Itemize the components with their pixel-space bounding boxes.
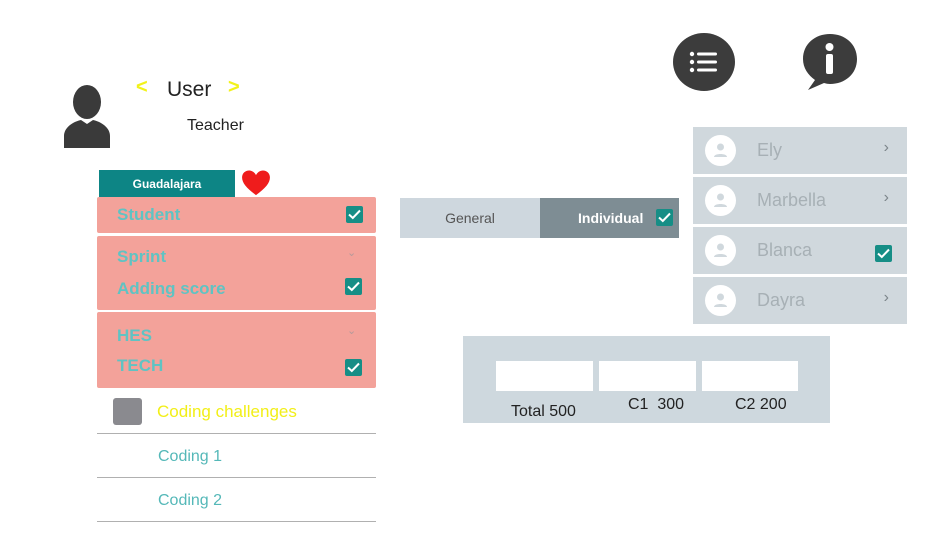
user-role: Teacher [187, 117, 244, 134]
list-item-person[interactable]: Marbella › [693, 177, 907, 224]
score-panel: Total 500 C1 300 C2 200 [463, 336, 830, 423]
avatar [705, 135, 736, 166]
filter-sprint-group: Sprint ⌄ Adding score [97, 236, 376, 310]
coding-challenges-checkbox[interactable] [113, 398, 142, 425]
c2-score-label: C2 200 [735, 396, 787, 413]
adding-score-checkbox[interactable] [345, 278, 362, 295]
filter-label: Adding score [117, 279, 226, 298]
filter-label: Sprint [117, 247, 167, 266]
prev-user-button[interactable]: < [136, 76, 148, 99]
list-item-person[interactable]: Ely › [693, 127, 907, 174]
list-icon [689, 51, 717, 73]
list-item-person[interactable]: Blanca [693, 227, 907, 274]
user-avatar-icon [64, 85, 110, 148]
individual-checkbox[interactable] [656, 209, 673, 226]
student-checkbox[interactable] [346, 206, 363, 223]
coding-item-label: Coding 2 [158, 492, 223, 509]
chevron-down-icon[interactable]: ⌄ [347, 324, 356, 337]
filter-label: HES [117, 326, 152, 345]
chevron-right-icon[interactable]: › [884, 289, 889, 307]
location-tag[interactable]: Guadalajara [99, 170, 235, 197]
check-icon [877, 248, 890, 259]
tab-general[interactable]: General [400, 198, 540, 238]
avatar [705, 235, 736, 266]
blanca-checkbox[interactable] [875, 245, 892, 262]
person-name: Dayra [757, 290, 806, 310]
tab-individual[interactable]: Individual [540, 198, 679, 238]
filter-label: TECH [117, 356, 164, 375]
user-title: User [167, 78, 212, 101]
user-icon [714, 243, 727, 257]
person-name: Ely [757, 140, 783, 160]
tech-checkbox[interactable] [345, 359, 362, 376]
heart-icon[interactable] [240, 170, 272, 196]
menu-button[interactable] [673, 33, 735, 91]
list-item-coding-2[interactable] [97, 478, 376, 522]
person-name: Marbella [757, 190, 827, 210]
avatar [705, 285, 736, 316]
c2-score-box [702, 361, 798, 391]
filter-student[interactable]: Student [97, 197, 376, 233]
info-button[interactable] [800, 32, 860, 92]
person-name: Blanca [757, 240, 813, 260]
info-icon [803, 34, 857, 90]
list-item-coding-1[interactable] [97, 434, 376, 478]
check-icon [347, 281, 360, 292]
user-icon [714, 293, 727, 307]
total-score-box [496, 361, 593, 391]
check-icon [347, 362, 360, 373]
c1-score-box [599, 361, 696, 391]
total-score-label: Total 500 [511, 403, 576, 420]
chevron-down-icon[interactable]: ⌄ [347, 246, 356, 259]
list-item-person[interactable]: Dayra › [693, 277, 907, 324]
user-icon [714, 193, 727, 207]
chevron-right-icon[interactable]: › [884, 139, 889, 157]
filter-hes-group: HES ⌄ TECH [97, 312, 376, 388]
chevron-right-icon[interactable]: › [884, 189, 889, 207]
filter-label: Student [117, 205, 181, 224]
tab-individual-label: Individual [578, 210, 644, 226]
user-icon [714, 143, 727, 157]
check-icon [348, 209, 361, 220]
next-user-button[interactable]: > [228, 76, 240, 99]
avatar [705, 185, 736, 216]
check-icon [658, 212, 671, 223]
coding-item-label: Coding 1 [158, 448, 223, 465]
coding-challenges-title: Coding challenges [157, 402, 297, 421]
c1-score-label: C1 300 [628, 396, 685, 413]
